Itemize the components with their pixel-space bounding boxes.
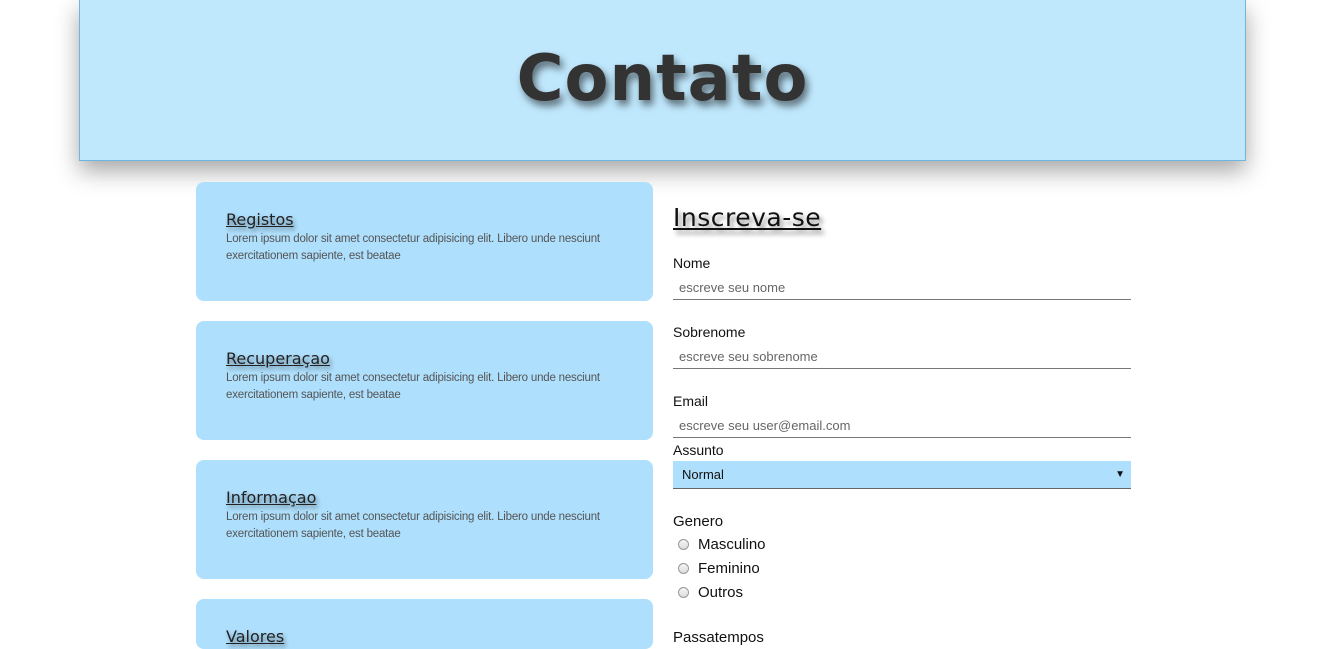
genero-label: Genero bbox=[673, 513, 724, 530]
sobrenome-input[interactable] bbox=[673, 345, 1131, 369]
assunto-selected-value: Normal bbox=[682, 467, 724, 482]
email-input[interactable] bbox=[673, 414, 1131, 438]
radio-feminino[interactable]: Feminino bbox=[678, 560, 760, 577]
page-header: Contato bbox=[79, 0, 1246, 161]
page-title: Contato bbox=[516, 42, 809, 116]
radio-outros[interactable]: Outros bbox=[678, 584, 743, 601]
passatempos-label: Passatempos bbox=[673, 629, 764, 646]
info-card-recuperacao: Recuperaçao Lorem ipsum dolor sit amet c… bbox=[196, 321, 653, 440]
radio-icon[interactable] bbox=[678, 563, 689, 574]
form-title: Inscreva-se bbox=[673, 203, 822, 232]
email-label: Email bbox=[673, 393, 709, 409]
radio-icon[interactable] bbox=[678, 539, 689, 550]
nome-input[interactable] bbox=[673, 276, 1131, 300]
card-text: Lorem ipsum dolor sit amet consectetur a… bbox=[226, 233, 600, 262]
radio-icon[interactable] bbox=[678, 587, 689, 598]
card-text: Lorem ipsum dolor sit amet consectetur a… bbox=[226, 511, 600, 540]
chevron-down-icon: ▼ bbox=[1115, 469, 1125, 480]
radio-masculino[interactable]: Masculino bbox=[678, 536, 766, 553]
radio-label: Feminino bbox=[698, 560, 760, 577]
info-card-informacao: Informaçao Lorem ipsum dolor sit amet co… bbox=[196, 460, 653, 579]
radio-label: Masculino bbox=[698, 536, 766, 553]
card-title[interactable]: Recuperaçao bbox=[226, 349, 330, 368]
info-card-registos: Registos Lorem ipsum dolor sit amet cons… bbox=[196, 182, 653, 301]
assunto-select[interactable]: Normal ▼ bbox=[673, 461, 1131, 489]
radio-label: Outros bbox=[698, 584, 744, 601]
card-text: Lorem ipsum dolor sit amet consectetur a… bbox=[226, 372, 600, 401]
sobrenome-label: Sobrenome bbox=[673, 324, 746, 340]
info-card-valores: Valores bbox=[196, 599, 653, 649]
assunto-label: Assunto bbox=[673, 442, 724, 458]
nome-label: Nome bbox=[673, 255, 711, 271]
card-title[interactable]: Registos bbox=[226, 210, 294, 229]
card-title[interactable]: Valores bbox=[226, 627, 284, 646]
card-title[interactable]: Informaçao bbox=[226, 488, 316, 507]
